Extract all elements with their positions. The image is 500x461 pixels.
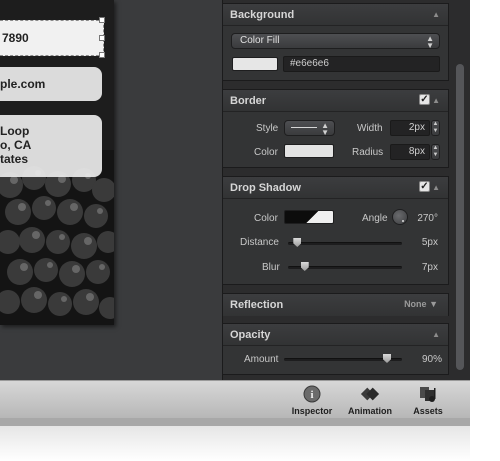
border-style-label: Style [256,123,279,134]
popup-arrows-icon: ▲ ▼ [426,34,434,50]
page-margin [470,0,500,461]
phone-text: 7890 [2,31,29,45]
shadow-angle-value: 270° [417,213,438,224]
popup-arrows-icon: ▲ ▼ [321,121,329,137]
inspector-label: Inspector [291,406,333,416]
reflection-section: Reflection None ▼ [222,293,449,316]
inspector-scroll-thumb[interactable] [456,64,464,370]
window-shadow [0,426,470,461]
opacity-amount-value: 90% [421,354,442,365]
drop-shadow-title: Drop Shadow [230,181,301,194]
background-hex-value: #e6e6e6 [290,58,329,69]
border-radius-value: 8px [408,146,425,157]
shadow-blur-label: Blur [262,262,280,273]
shadow-angle-label: Angle [362,213,388,224]
phone-text-box[interactable]: 7890 [0,20,104,56]
shadow-color-swatch[interactable] [284,210,334,224]
reflection-value: None [404,299,427,309]
expand-icon: ▼ [429,299,438,309]
border-header[interactable]: Border ✓ ▲ [223,90,448,112]
collapse-icon[interactable]: ▲ [432,183,440,192]
opacity-header[interactable]: Opacity ▲ [223,324,448,346]
collapse-icon[interactable]: ▲ [432,96,440,105]
shadow-distance-label: Distance [240,237,279,248]
shadow-color-label: Color [254,213,278,224]
opacity-section: Opacity ▲ [222,323,449,375]
border-style-popup[interactable]: ▲ ▼ [284,120,335,137]
resize-handle-right[interactable] [99,35,105,41]
border-color-swatch[interactable] [284,144,334,158]
assets-label: Assets [413,406,443,416]
resize-handle-top-right[interactable] [99,17,105,23]
background-color-swatch[interactable] [232,57,278,71]
inspector-button[interactable]: i Inspector [282,384,342,416]
reflection-header[interactable]: Reflection None ▼ [223,294,448,316]
border-enabled-checkbox[interactable]: ✓ [419,94,430,105]
reflection-value-popup[interactable]: None ▼ [404,299,438,309]
border-radius-field[interactable]: 8px [390,144,430,160]
reflection-title: Reflection [230,299,284,311]
border-radius-label: Radius [352,147,384,158]
app-window: 7890 ple.com Loop o, CA tates Background… [0,0,500,461]
opacity-amount-label: Amount [244,354,279,365]
border-width-value: 2px [408,122,425,133]
shadow-angle-knob[interactable] [392,209,408,225]
border-color-label: Color [254,147,278,158]
shadow-blur-value: 7px [421,262,438,273]
border-width-stepper[interactable]: ▲ ▼ [431,120,440,136]
collapse-icon[interactable]: ▲ [432,330,440,339]
line-style-icon [291,126,317,128]
info-icon: i [302,384,322,404]
fill-type-value: Color Fill [240,35,280,46]
toolbar-base [0,418,470,426]
background-hex-field[interactable]: #e6e6e6 [283,56,440,72]
assets-icon [418,384,438,404]
contact-card[interactable]: 7890 ple.com Loop o, CA tates [0,0,114,325]
background-header[interactable]: Background ▲ [223,4,448,26]
shadow-distance-slider[interactable] [288,242,402,245]
animation-label: Animation [348,406,392,416]
email-text-box[interactable]: ple.com [0,67,102,101]
opacity-title: Opacity [230,328,271,341]
address-text-box[interactable]: Loop o, CA tates [0,115,102,177]
animation-button[interactable]: Animation [340,384,400,416]
animation-icon [360,384,380,404]
address-line-2: o, CA [0,138,32,152]
border-width-field[interactable]: 2px [390,120,430,136]
collapse-icon[interactable]: ▲ [432,10,440,19]
address-line-1: Loop [0,124,30,138]
svg-text:i: i [310,389,313,401]
border-width-label: Width [357,123,383,134]
drop-shadow-header[interactable]: Drop Shadow ✓ ▲ [223,177,448,199]
email-text: ple.com [0,77,46,91]
border-title: Border [230,94,267,107]
assets-button[interactable]: Assets [398,384,458,416]
fill-type-popup[interactable]: Color Fill ▲ ▼ [231,33,440,50]
shadow-distance-value: 5px [421,237,438,248]
resize-handle-bottom-right[interactable] [99,52,105,58]
border-radius-stepper[interactable]: ▲ ▼ [431,144,440,160]
background-title: Background [230,8,295,21]
address-line-3: tates [0,152,29,166]
drop-shadow-enabled-checkbox[interactable]: ✓ [419,181,430,192]
canvas-area[interactable]: 7890 ple.com Loop o, CA tates [0,0,222,380]
